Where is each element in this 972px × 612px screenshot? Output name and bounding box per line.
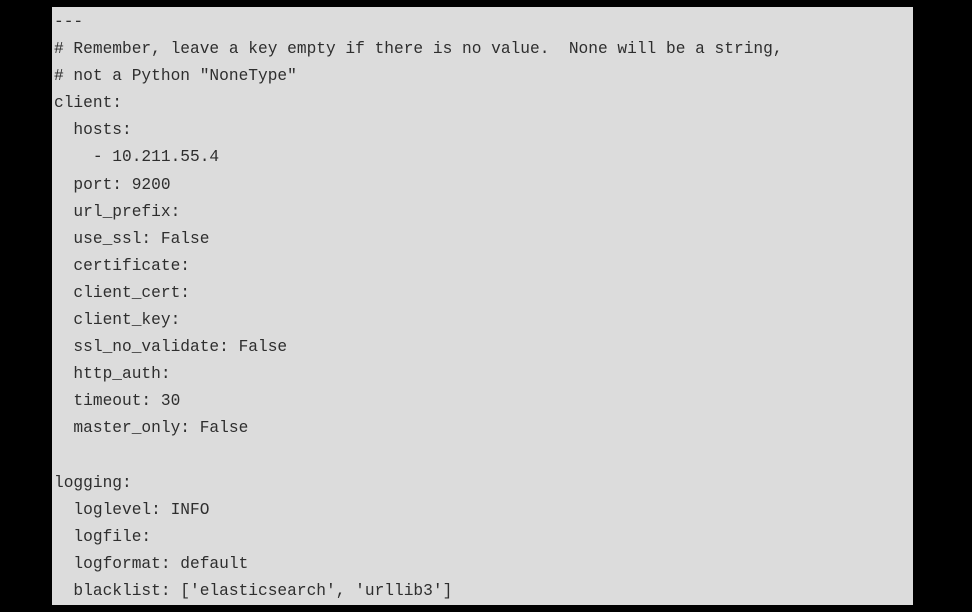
code-line: certificate: (54, 256, 190, 275)
code-line: http_auth: (54, 365, 171, 384)
code-line: logfile: (54, 527, 152, 546)
code-line: # not a Python "NoneType" (54, 67, 297, 86)
code-line: port: 9200 (54, 175, 171, 194)
code-line: - 10.211.55.4 (54, 148, 220, 167)
code-line: client: (54, 94, 122, 113)
code-line: ssl_no_validate: False (54, 338, 288, 357)
code-line: timeout: 30 (54, 392, 181, 411)
code-line: url_prefix: (54, 202, 181, 221)
code-line: client_key: (54, 311, 181, 330)
code-line: --- (54, 13, 84, 31)
code-line: logging: (54, 473, 132, 492)
code-line: loglevel: INFO (54, 500, 210, 519)
code-line: blacklist: ['elasticsearch', 'urllib3'] (54, 581, 453, 600)
code-line: hosts: (54, 121, 132, 140)
code-line: use_ssl: False (54, 229, 210, 248)
code-line: master_only: False (54, 419, 249, 438)
code-panel: --- # Remember, leave a key empty if ther… (52, 7, 913, 605)
yaml-config-code-block: --- # Remember, leave a key empty if ther… (54, 9, 783, 605)
code-line: # Remember, leave a key empty if there i… (54, 40, 783, 59)
code-line: logformat: default (54, 554, 249, 573)
code-line: client_cert: (54, 283, 190, 302)
